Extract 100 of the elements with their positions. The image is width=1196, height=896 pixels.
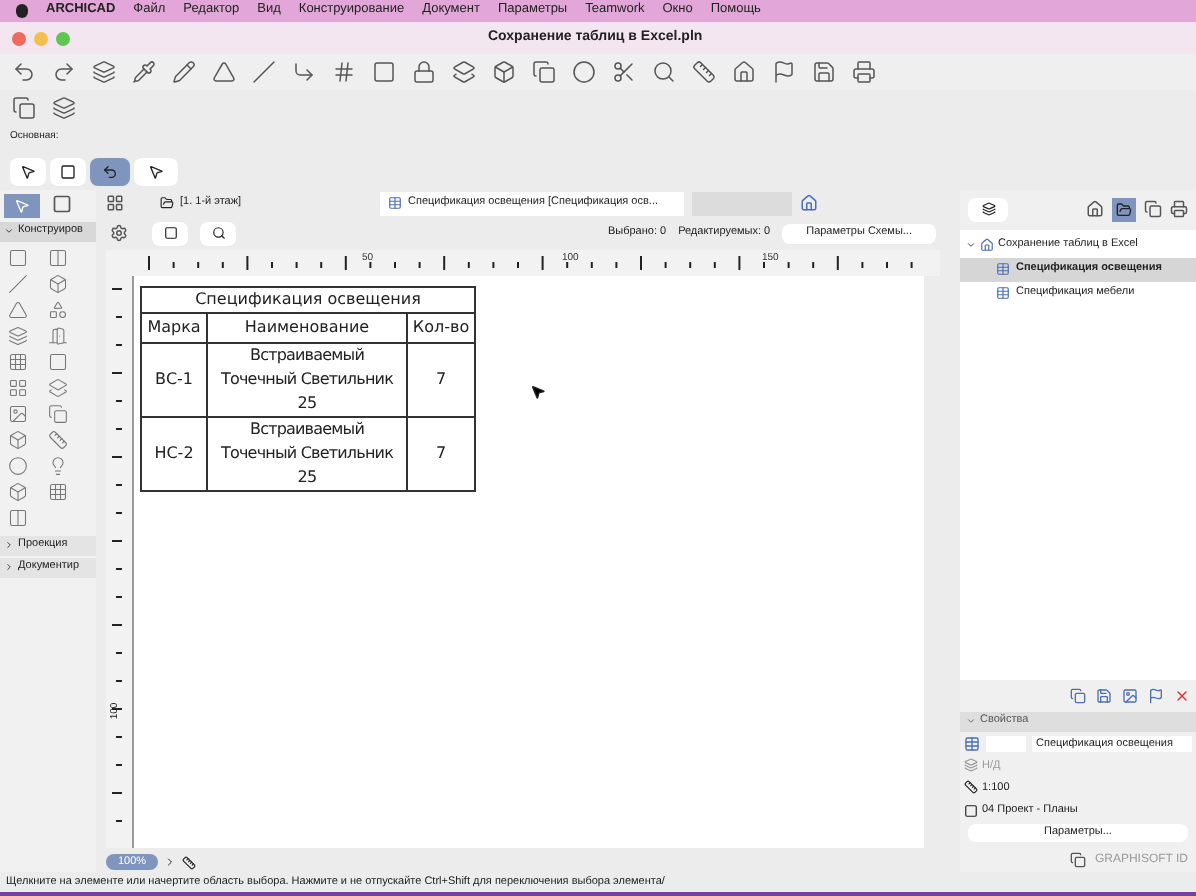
apple-icon[interactable]: [16, 4, 28, 18]
table-cell: 7: [407, 416, 475, 490]
folder-tab[interactable]: [1112, 197, 1136, 221]
cursor-icon: [530, 383, 546, 399]
table-cell: Встраиваемый Точечный Светильник 25: [207, 342, 407, 416]
redo-icon[interactable]: [52, 60, 76, 84]
measure-icon[interactable]: [182, 855, 197, 869]
tool-icon[interactable]: [8, 481, 28, 501]
line-icon[interactable]: [252, 60, 276, 84]
chevron-icon: [4, 540, 14, 550]
chevron-icon: [4, 226, 14, 236]
layers-icon: [981, 202, 995, 216]
pointer-icon: [14, 197, 30, 213]
tool-icon[interactable]: [48, 377, 68, 397]
tool-icon[interactable]: [48, 429, 68, 449]
schedule-title: Спецификация освещения: [141, 286, 475, 312]
rotate-icon: [102, 163, 118, 179]
house-icon: [980, 238, 994, 252]
layers-icon[interactable]: [52, 95, 76, 119]
tool-icon[interactable]: [48, 325, 68, 345]
sheets-icon[interactable]: [1144, 200, 1162, 218]
folder-icon: [160, 196, 174, 210]
settings-icon[interactable]: [110, 224, 128, 242]
image-icon[interactable]: [1122, 687, 1138, 703]
fit-button[interactable]: [152, 221, 188, 245]
layers-icon: [964, 758, 978, 773]
scale-icon: [964, 780, 978, 795]
table-cell: ВС-1: [141, 342, 207, 416]
tool-icon[interactable]: [8, 403, 28, 423]
folder-icon: [1116, 201, 1132, 217]
stack-icon[interactable]: [452, 60, 476, 84]
zoom-fit-button[interactable]: [200, 221, 236, 245]
pointer-icon: [20, 163, 36, 179]
table-icon: [388, 196, 402, 210]
tool-icon[interactable]: [8, 507, 28, 527]
house-icon[interactable]: [732, 60, 756, 84]
navigator-menu-button[interactable]: [968, 197, 1008, 221]
layout-icon: [964, 803, 978, 818]
arrow-button[interactable]: [134, 157, 178, 185]
tool-icon[interactable]: [8, 351, 28, 371]
chevron-icon: [966, 240, 976, 250]
grid-icon[interactable]: [332, 60, 356, 84]
scissors-icon[interactable]: [612, 60, 636, 84]
column-header: Наименование: [207, 312, 407, 342]
copy-icon[interactable]: [1070, 687, 1086, 703]
column-header: Марка: [141, 312, 207, 342]
search-icon: [211, 226, 225, 240]
ruler-icon[interactable]: [692, 60, 716, 84]
marquee-button[interactable]: [50, 157, 86, 185]
tool-icon[interactable]: [48, 481, 68, 501]
table-cell: 7: [407, 342, 475, 416]
close-icon[interactable]: [12, 31, 26, 45]
table-cell: НС-2: [141, 416, 207, 490]
chevron-icon: [4, 562, 14, 572]
rotate-button[interactable]: [90, 157, 130, 185]
copy-icon[interactable]: [532, 60, 556, 84]
pointer-icon: [148, 163, 164, 179]
table-icon: [964, 735, 980, 751]
copy-icon[interactable]: [12, 95, 36, 119]
chevron-icon[interactable]: [164, 856, 177, 868]
save-icon[interactable]: [812, 60, 836, 84]
circle-icon[interactable]: [572, 60, 596, 84]
tool-icon[interactable]: [8, 377, 28, 397]
pipette-icon[interactable]: [132, 60, 156, 84]
lock-icon[interactable]: [412, 60, 436, 84]
tool-icon[interactable]: [48, 351, 68, 371]
house-icon[interactable]: [1086, 200, 1104, 218]
chevron-icon: [966, 716, 976, 726]
printer-icon[interactable]: [852, 60, 876, 84]
tool-icon[interactable]: [8, 325, 28, 345]
tool-icon[interactable]: [48, 247, 68, 267]
pencil-icon[interactable]: [172, 60, 196, 84]
search-icon[interactable]: [652, 60, 676, 84]
table-icon: [996, 262, 1010, 276]
tool-icon[interactable]: [48, 403, 68, 423]
house-icon[interactable]: [800, 194, 818, 212]
triangle-icon[interactable]: [212, 60, 236, 84]
square-icon[interactable]: [372, 60, 396, 84]
views-icon[interactable]: [106, 194, 124, 212]
windows-icon[interactable]: [1070, 852, 1087, 868]
close-icon[interactable]: [1174, 687, 1190, 703]
square-icon: [163, 226, 177, 240]
tool-icon[interactable]: [48, 299, 68, 319]
marquee-icon[interactable]: [52, 193, 72, 213]
undo-icon[interactable]: [12, 60, 36, 84]
printer-icon[interactable]: [1170, 200, 1188, 218]
tool-icon[interactable]: [8, 429, 28, 449]
column-header: Кол-во: [407, 312, 475, 342]
layers-icon[interactable]: [92, 60, 116, 84]
table-icon: [996, 286, 1010, 300]
save-icon[interactable]: [1096, 687, 1112, 703]
tool-icon[interactable]: [48, 455, 68, 475]
box-icon[interactable]: [492, 60, 516, 84]
flag-icon[interactable]: [1148, 687, 1164, 703]
flag-icon[interactable]: [772, 60, 796, 84]
corner-icon[interactable]: [292, 60, 316, 84]
tool-icon[interactable]: [48, 273, 68, 293]
id-field[interactable]: [986, 735, 1026, 751]
tool-icon[interactable]: [8, 455, 28, 475]
pointer-button[interactable]: [10, 157, 46, 185]
